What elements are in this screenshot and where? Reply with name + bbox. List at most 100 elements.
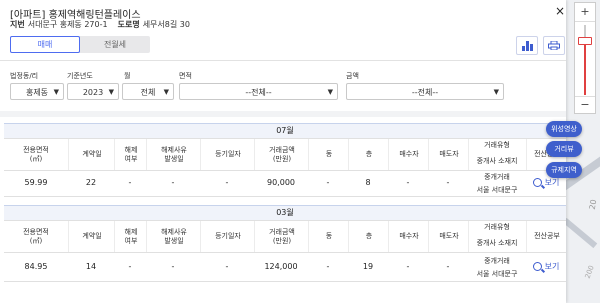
dong-select[interactable]: 홍제동 ▼ — [10, 83, 64, 100]
map-road — [562, 217, 598, 249]
contract-day-value: 22 — [85, 178, 97, 187]
building-value: - — [326, 261, 330, 271]
seller-value: - — [446, 178, 450, 187]
col-reg-date: 등기일자 — [200, 139, 255, 170]
zoom-out-button[interactable]: − — [575, 96, 595, 113]
price-value: 124,000 — [264, 261, 298, 271]
col-buyer: 매수자 — [388, 221, 429, 252]
deal-type-header: 거래유형 — [484, 141, 510, 149]
chevron-down-icon: ▼ — [327, 88, 333, 96]
zoom-in-button[interactable]: + — [575, 3, 595, 22]
seller-value: - — [446, 261, 450, 271]
zoom-level-fill — [584, 43, 586, 95]
zoom-handle[interactable] — [578, 37, 592, 45]
cancel-date-value: - — [171, 261, 175, 271]
map-label: 200 — [583, 264, 596, 280]
col-contract-day: 계약일 — [68, 221, 115, 252]
area-value: 84.95 — [24, 261, 48, 271]
col-building: 동 — [308, 139, 349, 170]
reg-date-value: - — [225, 261, 229, 271]
year-filter-label: 기준년도 — [67, 72, 93, 80]
agent-location-value: 서울 서대문구 — [476, 186, 518, 194]
month-header: 07월 — [4, 123, 566, 139]
chart-button[interactable] — [516, 36, 538, 55]
tab-rent[interactable]: 전월세 — [80, 36, 150, 53]
jibun-address: 서대문구 홍제동 270-1 — [27, 20, 108, 29]
col-cancel-date: 해제사유 발생일 — [146, 221, 201, 252]
divider — [0, 60, 566, 61]
transaction-panel: [아파트] 홍제역해링턴플레이스 지번 서대문구 홍제동 270-1 도로명 세무서8… — [0, 0, 566, 303]
reg-date-value: - — [225, 178, 229, 187]
street-view-button[interactable]: 거리뷰 — [546, 141, 582, 157]
col-area: 전용면적 (㎡) — [23, 145, 49, 163]
chevron-down-icon: ▼ — [163, 88, 169, 96]
col-contract-day: 계약일 — [68, 139, 115, 170]
close-button[interactable]: × — [555, 4, 565, 18]
road-label: 도로명 — [117, 20, 140, 29]
buyer-value: - — [406, 178, 410, 187]
zoom-control: + − — [574, 2, 596, 114]
chevron-down-icon: ▼ — [493, 88, 499, 96]
dong-select-value: 홍제동 — [25, 88, 49, 97]
price-value: 90,000 — [267, 178, 295, 187]
print-button[interactable] — [543, 36, 565, 55]
price-filter-label: 금액 — [346, 72, 359, 80]
magnifier-icon — [532, 261, 542, 271]
regulation-zone-button[interactable]: 규제지역 — [546, 162, 582, 178]
month-select-value: 전체 — [140, 88, 156, 97]
agent-location-header: 중개사 소재지 — [476, 157, 518, 165]
area-filter-label: 면적 — [179, 72, 192, 80]
col-floor: 층 — [348, 139, 389, 170]
view-label: 보기 — [544, 261, 560, 271]
col-cancel: 해제 여부 — [114, 139, 147, 170]
deal-type-header: 거래유형 — [484, 223, 510, 231]
chevron-down-icon: ▼ — [53, 88, 59, 96]
satellite-button[interactable]: 위성영상 — [546, 121, 582, 137]
view-label: 보기 — [544, 178, 560, 187]
col-area: 전용면적 (㎡) — [23, 227, 49, 245]
col-reg-date: 등기일자 — [200, 221, 255, 252]
cancel-value: - — [128, 178, 132, 187]
dong-filter-label: 법정동/리 — [10, 72, 39, 80]
floor-value: 19 — [362, 261, 374, 271]
price-select-value: --전체-- — [411, 88, 439, 97]
month-select[interactable]: 전체 ▼ — [122, 83, 174, 100]
col-registry: 전산공부 — [526, 221, 566, 252]
agent-location-header: 중개사 소재지 — [476, 239, 518, 247]
col-price: 거래금액 (만원) — [254, 221, 309, 252]
deal-type-value: 중개거래 — [484, 257, 510, 265]
col-price: 거래금액 (만원) — [254, 139, 309, 170]
printer-icon — [548, 41, 560, 50]
year-select[interactable]: 2023 ▼ — [67, 83, 119, 100]
deal-tabs: 매매 전월세 — [10, 36, 150, 53]
area-value: 59.99 — [24, 178, 48, 187]
deal-type-value: 중개거래 — [484, 173, 510, 181]
view-link[interactable]: 보기 — [526, 251, 566, 281]
chevron-down-icon: ▼ — [108, 88, 114, 96]
address-line: 지번 서대문구 홍제동 270-1 도로명 세무서8길 30 — [10, 19, 190, 30]
magnifier-icon — [532, 178, 542, 187]
cancel-date-value: - — [171, 178, 175, 187]
jibun-label: 지번 — [10, 20, 25, 29]
agent-location-value: 서울 서대문구 — [476, 270, 518, 278]
floor-value: 8 — [365, 178, 371, 187]
col-floor: 층 — [348, 221, 389, 252]
area-select[interactable]: --전체-- ▼ — [179, 83, 338, 100]
col-buyer: 매수자 — [388, 139, 429, 170]
buyer-value: - — [406, 261, 410, 271]
building-value: - — [326, 178, 330, 187]
tab-sale[interactable]: 매매 — [10, 36, 80, 53]
month-header: 03월 — [4, 205, 566, 221]
area-select-value: --전체-- — [245, 88, 272, 97]
year-select-value: 2023 — [82, 88, 104, 97]
col-cancel-date: 해제사유 발생일 — [146, 139, 201, 170]
section-band — [0, 111, 566, 117]
price-select[interactable]: --전체-- ▼ — [346, 83, 504, 100]
col-seller: 매도자 — [428, 139, 469, 170]
road-address: 세무서8길 30 — [142, 20, 190, 29]
col-seller: 매도자 — [428, 221, 469, 252]
month-filter-label: 월 — [124, 72, 131, 80]
cancel-value: - — [128, 261, 132, 271]
contract-day-value: 14 — [85, 261, 97, 271]
col-cancel: 해제 여부 — [114, 221, 147, 252]
